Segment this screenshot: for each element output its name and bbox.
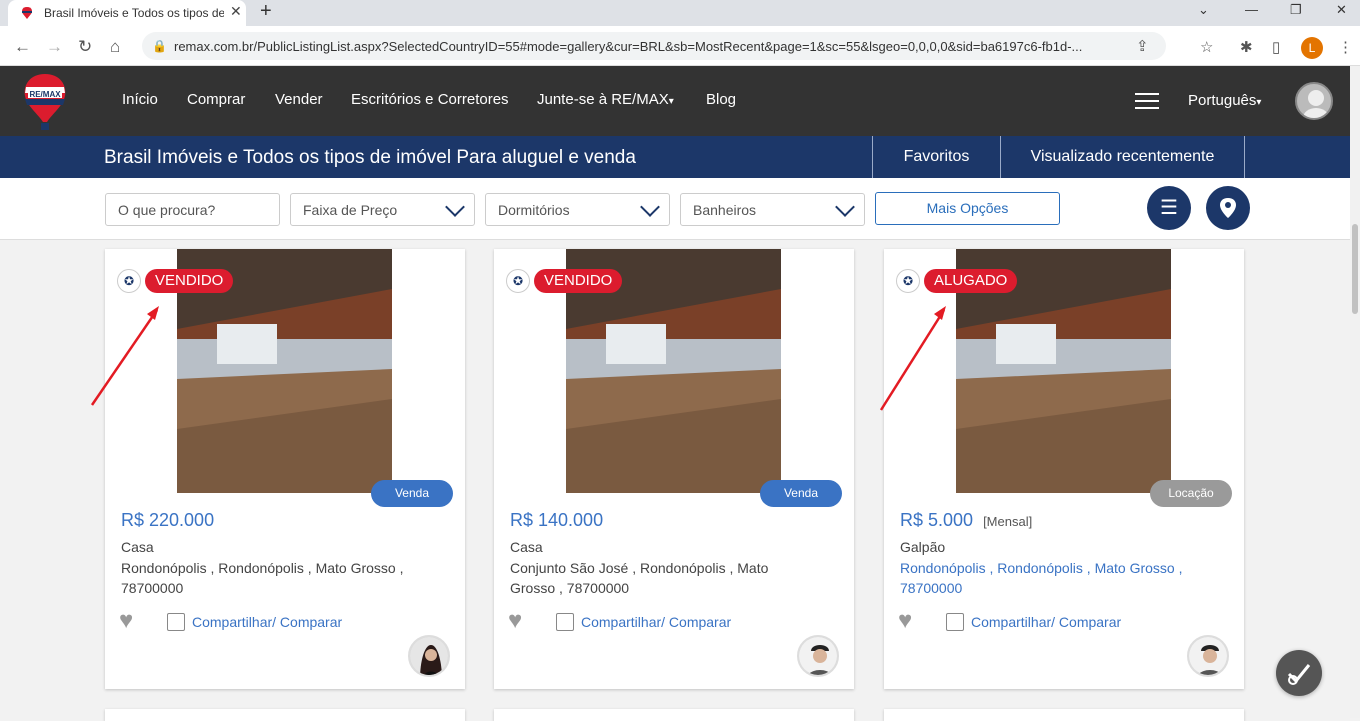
- lock-icon[interactable]: 🔒: [152, 39, 167, 53]
- nav-junte-se-label: Junte-se à RE/MAX: [537, 91, 669, 108]
- tab-search-icon[interactable]: ⌄: [1198, 2, 1209, 18]
- agent-avatar[interactable]: [1187, 635, 1229, 677]
- listing-card[interactable]: [494, 709, 854, 721]
- property-type: Casa: [121, 539, 154, 555]
- chevron-down-icon: [445, 197, 465, 217]
- deal-type-badge: Venda: [371, 480, 453, 507]
- user-account-icon[interactable]: [1295, 82, 1333, 120]
- chevron-down-icon: ▾: [1256, 97, 1262, 108]
- new-tab-icon[interactable]: +: [260, 0, 272, 23]
- bedrooms-label: Dormitórios: [498, 202, 570, 218]
- list-view-icon[interactable]: ☰: [1147, 186, 1191, 230]
- share-compare-link[interactable]: Compartilhar/ Comparar: [971, 614, 1121, 630]
- minimize-icon[interactable]: —: [1245, 2, 1258, 17]
- address-bar-row: ← → ↻ ⌂ 🔒 remax.com.br/PublicListingList…: [0, 26, 1360, 66]
- share-compare-link[interactable]: Compartilhar/ Comparar: [581, 614, 731, 630]
- agent-avatar[interactable]: [797, 635, 839, 677]
- price-period: [Mensal]: [983, 514, 1033, 529]
- bathrooms-label: Banheiros: [693, 202, 757, 218]
- price-range-label: Faixa de Preço: [303, 202, 398, 218]
- back-icon[interactable]: ←: [14, 37, 31, 57]
- home-icon[interactable]: ⌂: [110, 37, 120, 57]
- nav-inicio[interactable]: Início: [122, 91, 158, 108]
- listing-location-link[interactable]: Rondonópolis , Rondonópolis , Mato Gross…: [900, 558, 1200, 598]
- nav-comprar[interactable]: Comprar: [187, 91, 245, 108]
- chevron-down-icon: [835, 197, 855, 217]
- compare-checkbox[interactable]: [556, 613, 574, 631]
- listing-card[interactable]: [884, 709, 1244, 721]
- remax-badge-icon: ✪: [896, 269, 920, 293]
- status-badge: ALUGADO: [924, 269, 1018, 293]
- remax-balloon-logo[interactable]: RE/MAX: [22, 72, 68, 134]
- share-page-icon[interactable]: ⇪: [1136, 37, 1149, 55]
- price-value: R$ 5.000: [900, 510, 974, 530]
- recently-viewed-button[interactable]: Visualizado recentemente: [1000, 136, 1245, 178]
- bookmark-star-icon[interactable]: ☆: [1200, 38, 1213, 56]
- listing-card[interactable]: ✪ VENDIDO Venda R$ 140.000 Casa Conjunto…: [494, 249, 854, 689]
- share-compare-link[interactable]: Compartilhar/ Comparar: [192, 614, 342, 630]
- bathrooms-select[interactable]: Banheiros: [680, 193, 865, 226]
- svg-text:RE/MAX: RE/MAX: [29, 90, 61, 99]
- site-header: RE/MAX Início Comprar Vender Escritórios…: [0, 66, 1350, 136]
- remax-badge-icon: ✪: [506, 269, 530, 293]
- favorite-heart-icon[interactable]: ♥: [898, 607, 912, 635]
- favorite-heart-icon[interactable]: ♥: [508, 607, 522, 635]
- remax-favicon-icon: [22, 7, 32, 19]
- scrollbar-thumb[interactable]: [1352, 224, 1358, 314]
- deal-type-badge: Venda: [760, 480, 842, 507]
- browser-tab-bar: Brasil Imóveis e Todos os tipos de imóve…: [0, 0, 1360, 26]
- page-banner: Brasil Imóveis e Todos os tipos de imóve…: [0, 136, 1350, 178]
- restore-icon[interactable]: ❐: [1290, 2, 1302, 18]
- nav-vender[interactable]: Vender: [275, 91, 323, 108]
- compare-checkbox[interactable]: [946, 613, 964, 631]
- listing-card[interactable]: ✪ VENDIDO Venda R$ 220.000 Casa Rondonóp…: [105, 249, 465, 689]
- deal-type-badge: Locação: [1150, 480, 1232, 507]
- status-badge: VENDIDO: [534, 269, 623, 293]
- compare-checkbox[interactable]: [167, 613, 185, 631]
- extensions-icon[interactable]: ✱: [1240, 38, 1253, 56]
- browser-tab[interactable]: Brasil Imóveis e Todos os tipos de imóve…: [8, 0, 246, 26]
- nav-escritorios[interactable]: Escritórios e Corretores: [351, 91, 509, 108]
- filter-bar: O que procura? Faixa de Preço Dormitório…: [0, 178, 1350, 240]
- language-label: Português: [1188, 92, 1257, 109]
- profile-avatar[interactable]: L: [1301, 37, 1323, 59]
- floating-action-button[interactable]: [1276, 650, 1322, 696]
- close-tab-icon[interactable]: ✕: [230, 3, 242, 20]
- listing-card[interactable]: [105, 709, 465, 721]
- chevron-down-icon: [640, 197, 660, 217]
- listing-price: R$ 140.000: [510, 510, 604, 530]
- property-type: Galpão: [900, 539, 946, 555]
- agent-avatar[interactable]: [408, 635, 450, 677]
- bedrooms-select[interactable]: Dormitórios: [485, 193, 670, 226]
- status-badge: VENDIDO: [145, 269, 234, 293]
- property-type: Casa: [510, 539, 543, 555]
- favorites-button[interactable]: Favoritos: [872, 136, 1000, 178]
- reload-icon[interactable]: ↻: [78, 37, 92, 57]
- listing-price: R$ 220.000: [121, 510, 215, 530]
- listing-price: R$ 5.000 [Mensal]: [900, 510, 1032, 531]
- side-panel-icon[interactable]: ▯: [1272, 38, 1280, 56]
- hamburger-menu-icon[interactable]: [1135, 93, 1159, 109]
- nav-blog[interactable]: Blog: [706, 91, 736, 108]
- favorite-heart-icon[interactable]: ♥: [119, 607, 133, 635]
- chevron-down-icon: ▾: [668, 96, 674, 107]
- page-scrollbar[interactable]: [1350, 66, 1360, 718]
- more-options-button[interactable]: Mais Opções: [875, 192, 1060, 225]
- language-selector[interactable]: Português▾: [1188, 92, 1261, 109]
- url-text: remax.com.br/PublicListingList.aspx?Sele…: [174, 39, 1083, 54]
- page-title: Brasil Imóveis e Todos os tipos de imóve…: [104, 147, 636, 168]
- forward-icon[interactable]: →: [46, 37, 63, 57]
- listing-location: Conjunto São José , Rondonópolis , Mato …: [510, 560, 769, 596]
- tab-title: Brasil Imóveis e Todos os tipos de imóve…: [44, 6, 224, 20]
- search-input[interactable]: O que procura?: [105, 193, 280, 226]
- listing-card[interactable]: ✪ ALUGADO Locação R$ 5.000 [Mensal] Galpã…: [884, 249, 1244, 689]
- listing-location: Rondonópolis , Rondonópolis , Mato Gross…: [121, 560, 404, 596]
- price-range-select[interactable]: Faixa de Preço: [290, 193, 475, 226]
- close-window-icon[interactable]: ✕: [1336, 2, 1347, 18]
- url-field[interactable]: 🔒 remax.com.br/PublicListingList.aspx?Se…: [142, 32, 1166, 60]
- map-pin-icon[interactable]: [1206, 186, 1250, 230]
- remax-badge-icon: ✪: [117, 269, 141, 293]
- nav-junte-se[interactable]: Junte-se à RE/MAX▾: [537, 91, 674, 108]
- browser-menu-icon[interactable]: ⋮: [1338, 38, 1353, 56]
